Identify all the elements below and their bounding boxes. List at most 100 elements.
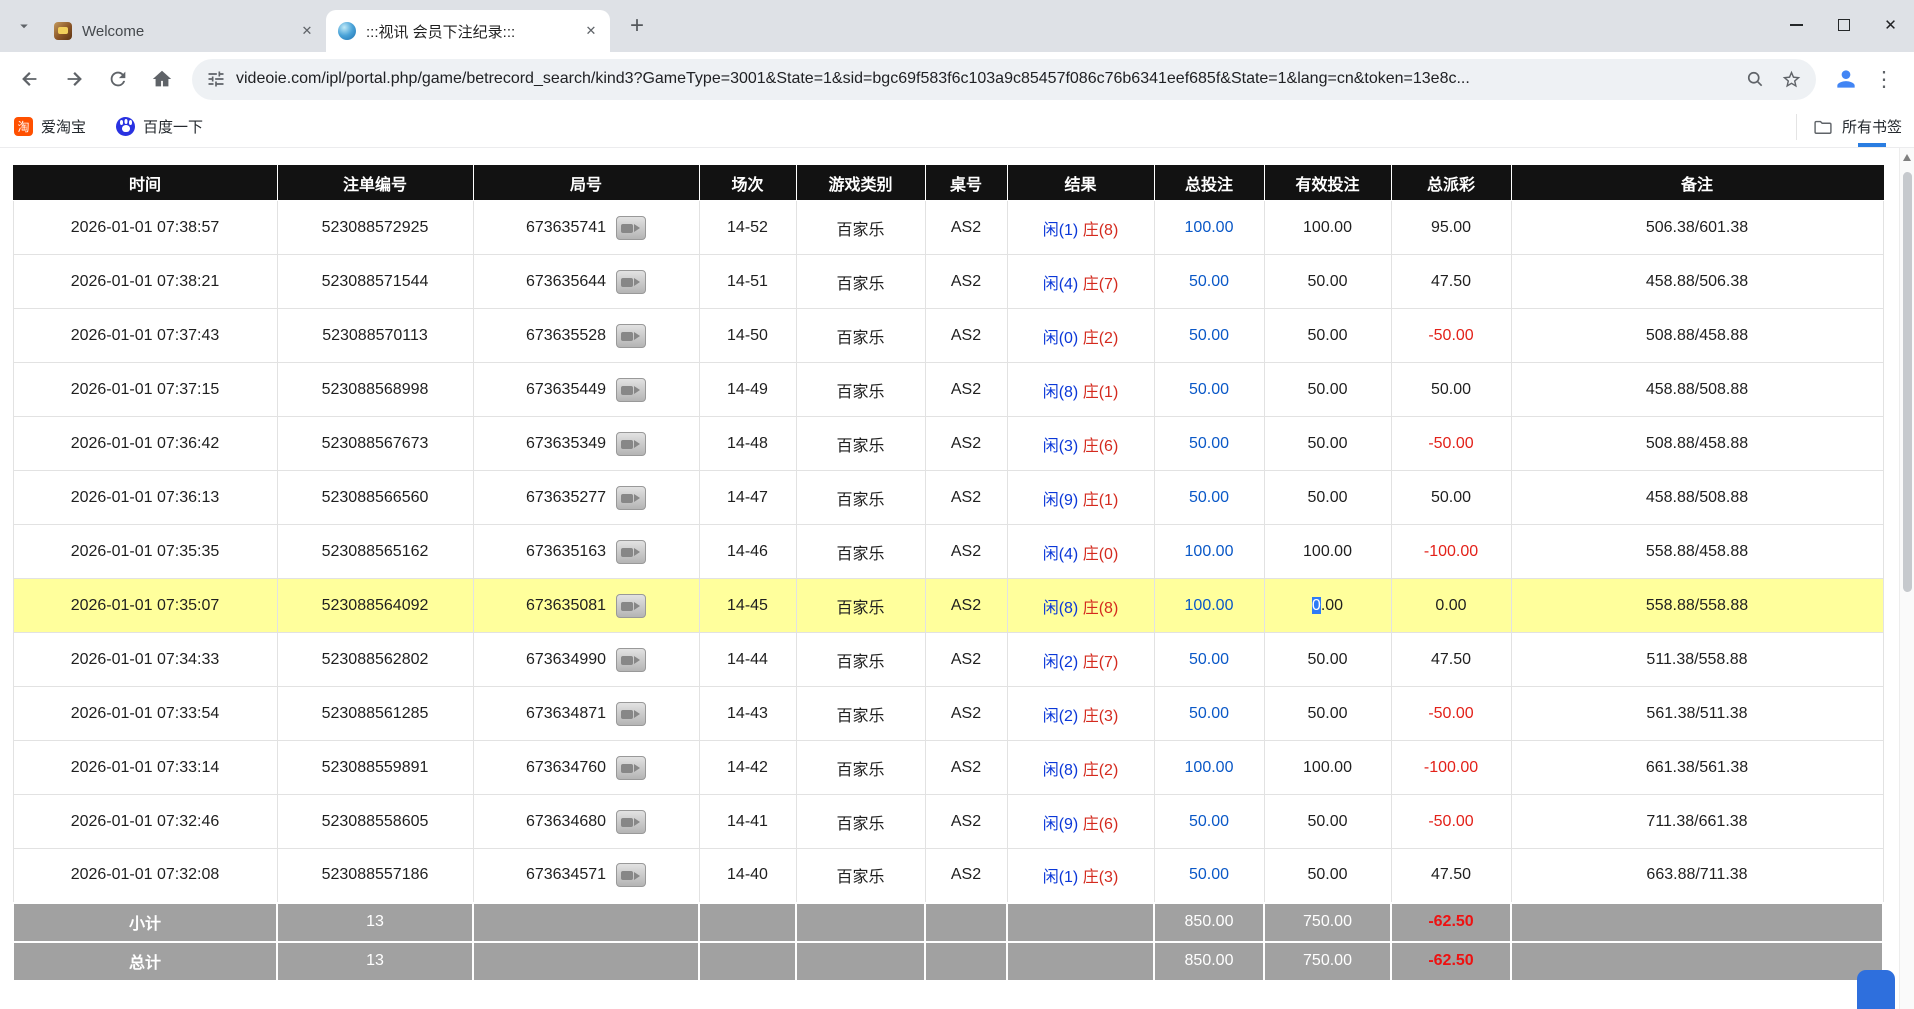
total-bet-link[interactable]: 50.00 xyxy=(1189,327,1229,344)
cell-bet-id: 523088568998 xyxy=(277,363,473,417)
cell-valid-bet: 100.00 xyxy=(1264,201,1391,255)
video-preview-icon[interactable] xyxy=(616,432,646,456)
page-scrollbar[interactable] xyxy=(1899,148,1914,1009)
header-bet-id: 注单编号 xyxy=(277,166,473,201)
cell-bet-id: 523088571544 xyxy=(277,255,473,309)
video-preview-icon[interactable] xyxy=(616,702,646,726)
video-preview-icon[interactable] xyxy=(616,756,646,780)
total-bet-link[interactable]: 50.00 xyxy=(1189,273,1229,290)
tab-close-icon[interactable]: ✕ xyxy=(580,20,602,42)
result-player: 闲(1) xyxy=(1043,869,1079,886)
video-preview-icon[interactable] xyxy=(616,648,646,672)
video-site-favicon-icon xyxy=(338,22,356,40)
bookmark-aitaobao[interactable]: 淘 爱淘宝 xyxy=(14,116,86,137)
video-preview-icon[interactable] xyxy=(616,863,646,887)
cell-round: 673635277 xyxy=(473,471,699,525)
selected-text: 0 xyxy=(1312,597,1321,614)
total-count: 13 xyxy=(277,942,473,981)
minimize-button[interactable] xyxy=(1773,0,1820,50)
video-preview-icon[interactable] xyxy=(616,270,646,294)
cell-payout: 50.00 xyxy=(1391,471,1511,525)
video-preview-icon[interactable] xyxy=(616,378,646,402)
maximize-button[interactable] xyxy=(1820,0,1867,50)
all-bookmarks-button[interactable]: 所有书签 xyxy=(1796,114,1902,140)
cell-game-type: 百家乐 xyxy=(796,633,925,687)
total-bet-link[interactable]: 50.00 xyxy=(1189,705,1229,722)
cell-bet-id: 523088572925 xyxy=(277,201,473,255)
camera-icon xyxy=(621,818,633,827)
url-bar[interactable]: videoie.com/ipl/portal.php/game/betrecor… xyxy=(192,59,1816,100)
tab-betrecord[interactable]: :::视讯 会员下注纪录::: ✕ xyxy=(326,10,610,52)
total-bet-link[interactable]: 100.00 xyxy=(1185,219,1234,236)
tab-close-icon[interactable]: ✕ xyxy=(296,20,318,42)
cell-valid-bet: 0.00 xyxy=(1264,579,1391,633)
bet-record-table: 时间 注单编号 局号 场次 游戏类别 桌号 结果 总投注 有效投注 总派彩 备注… xyxy=(12,165,1884,982)
video-preview-icon[interactable] xyxy=(616,324,646,348)
zoom-icon[interactable] xyxy=(1745,69,1765,89)
video-preview-icon[interactable] xyxy=(616,594,646,618)
tab-search-button[interactable] xyxy=(8,10,40,42)
scrollbar-up-arrow-icon[interactable] xyxy=(1903,154,1911,161)
cell-valid-bet: 50.00 xyxy=(1264,363,1391,417)
scrollbar-thumb[interactable] xyxy=(1903,172,1912,592)
forward-button[interactable] xyxy=(54,59,94,99)
cell-game-type: 百家乐 xyxy=(796,741,925,795)
refresh-button[interactable] xyxy=(98,59,138,99)
total-bet-link[interactable]: 50.00 xyxy=(1189,813,1229,830)
cell-table-no: AS2 xyxy=(925,849,1007,903)
total-bet-link[interactable]: 100.00 xyxy=(1185,597,1234,614)
window-close-button[interactable]: ✕ xyxy=(1867,0,1914,50)
cell-table-no: AS2 xyxy=(925,579,1007,633)
cell-table-no: AS2 xyxy=(925,525,1007,579)
result-banker: 庄(7) xyxy=(1083,276,1119,293)
header-round: 局号 xyxy=(473,166,699,201)
browser-toolbar: videoie.com/ipl/portal.php/game/betrecor… xyxy=(0,52,1914,106)
floating-action-button[interactable] xyxy=(1857,970,1895,1009)
result-banker: 庄(6) xyxy=(1083,438,1119,455)
profile-button[interactable] xyxy=(1826,59,1866,99)
total-bet-link[interactable]: 50.00 xyxy=(1189,435,1229,452)
cell-payout: -100.00 xyxy=(1391,525,1511,579)
total-bet-link[interactable]: 50.00 xyxy=(1189,489,1229,506)
cell-remark: 663.88/711.38 xyxy=(1511,849,1883,903)
cell-result: 闲(8) 庄(8) xyxy=(1007,579,1154,633)
cell-result: 闲(2) 庄(3) xyxy=(1007,687,1154,741)
total-bet-link[interactable]: 50.00 xyxy=(1189,866,1229,883)
total-bet-link[interactable]: 100.00 xyxy=(1185,543,1234,560)
header-valid-bet: 有效投注 xyxy=(1264,166,1391,201)
total-label: 总计 xyxy=(13,942,277,981)
baidu-icon xyxy=(116,117,135,136)
cell-table-no: AS2 xyxy=(925,795,1007,849)
cell-valid-bet: 50.00 xyxy=(1264,417,1391,471)
cell-game-type: 百家乐 xyxy=(796,579,925,633)
video-preview-icon[interactable] xyxy=(616,216,646,240)
video-preview-icon[interactable] xyxy=(616,810,646,834)
bookmark-baidu[interactable]: 百度一下 xyxy=(116,116,203,137)
bookmark-star-icon[interactable] xyxy=(1781,69,1802,90)
total-bet-link[interactable]: 50.00 xyxy=(1189,651,1229,668)
home-button[interactable] xyxy=(142,59,182,99)
result-player: 闲(8) xyxy=(1043,600,1079,617)
video-preview-icon[interactable] xyxy=(616,486,646,510)
result-player: 闲(9) xyxy=(1043,492,1079,509)
cell-table-no: AS2 xyxy=(925,687,1007,741)
cell-round: 673635449 xyxy=(473,363,699,417)
cell-round: 673634990 xyxy=(473,633,699,687)
cell-round: 673635349 xyxy=(473,417,699,471)
back-button[interactable] xyxy=(10,59,50,99)
cell-game-type: 百家乐 xyxy=(796,525,925,579)
empty-cell xyxy=(1007,942,1154,981)
new-tab-button[interactable]: + xyxy=(620,9,654,43)
browser-menu-button[interactable]: ⋮ xyxy=(1866,61,1902,97)
site-settings-icon[interactable] xyxy=(206,69,226,89)
cell-bet-id: 523088566560 xyxy=(277,471,473,525)
cell-table-no: AS2 xyxy=(925,741,1007,795)
total-bet-link[interactable]: 50.00 xyxy=(1189,381,1229,398)
video-preview-icon[interactable] xyxy=(616,540,646,564)
result-player: 闲(8) xyxy=(1043,384,1079,401)
tab-welcome[interactable]: Welcome ✕ xyxy=(42,10,326,52)
header-game-type: 游戏类别 xyxy=(796,166,925,201)
total-bet-link[interactable]: 100.00 xyxy=(1185,759,1234,776)
cell-total-bet: 100.00 xyxy=(1154,525,1264,579)
camera-icon xyxy=(621,278,633,287)
